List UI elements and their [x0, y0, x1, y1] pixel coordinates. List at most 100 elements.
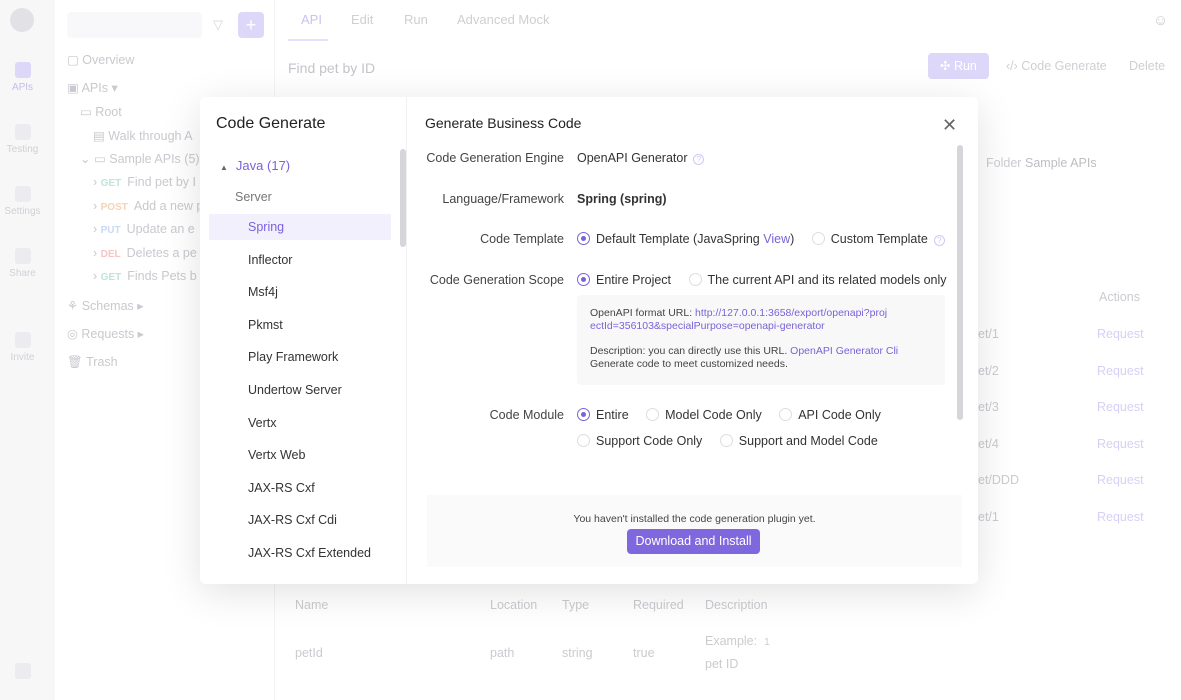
generator-item[interactable]: JAX-RS Cxf Cdi	[209, 507, 391, 533]
request-link[interactable]: Request	[1097, 437, 1144, 451]
generator-item[interactable]: Inflector	[209, 247, 391, 273]
row-path: et/1	[978, 327, 999, 341]
list-scrollbar[interactable]	[400, 149, 406, 247]
col-header: Description	[705, 598, 768, 612]
generator-item[interactable]: Vertx Web	[209, 442, 391, 468]
rail-share[interactable]: Share	[0, 248, 45, 279]
engine-value: OpenAPI Generator?	[577, 151, 705, 165]
module-options-2: Support Code Only Support and Model Code	[577, 434, 878, 448]
help-icon[interactable]: ☺	[1153, 12, 1168, 29]
page-title: Find pet by ID	[288, 60, 376, 76]
request-link[interactable]: Request	[1097, 327, 1144, 341]
param-example: Example: 1	[705, 634, 770, 648]
rail-label: Invite	[10, 352, 35, 363]
row-path: et/1	[978, 510, 999, 524]
tree-root[interactable]: ▭ Root	[80, 104, 122, 119]
param-description: pet ID	[705, 657, 739, 671]
generator-cli-link[interactable]: OpenAPI Generator Cli	[790, 345, 898, 357]
request-link[interactable]: Request	[1097, 473, 1144, 487]
radio-module[interactable]: Support and Model Code	[719, 434, 878, 448]
lang-label: Language/Framework	[442, 192, 564, 206]
generator-item[interactable]: Spring	[209, 214, 391, 240]
tree-endpoint[interactable]: › GET Find pet by I	[93, 175, 196, 189]
testing-icon	[14, 124, 31, 140]
radio-module[interactable]: API Code Only	[779, 408, 881, 422]
tree-schemas[interactable]: ⚘ Schemas ▸	[67, 298, 144, 313]
code-generate-button[interactable]: ‹/› Code Generate	[994, 53, 1119, 79]
help-icon: ?	[693, 154, 705, 165]
generator-item[interactable]: Play Framework	[209, 344, 391, 370]
param-type: string	[562, 646, 593, 660]
param-required: true	[633, 646, 655, 660]
request-link[interactable]: Request	[1097, 364, 1144, 378]
rail-invite[interactable]: Invite	[0, 332, 45, 363]
generator-item[interactable]: Vertx	[209, 410, 391, 436]
tree-endpoint[interactable]: › GET Finds Pets b	[93, 269, 197, 283]
rail-label: APIs	[11, 82, 34, 93]
radio-entire-project[interactable]: Entire Project	[577, 273, 671, 287]
close-icon[interactable]: ✕	[942, 115, 957, 136]
radio-custom-template[interactable]: Custom Template?	[811, 232, 945, 246]
radio-module[interactable]: Support Code Only	[577, 434, 702, 448]
rail-settings[interactable]: Settings	[0, 186, 45, 217]
tree-sample[interactable]: ⌄ ▭ Sample APIs (5)	[80, 151, 200, 166]
add-button[interactable]: +	[238, 12, 264, 38]
tree-apis[interactable]: ▣ APIs ▾	[67, 80, 118, 95]
lang-value: Spring (spring)	[577, 192, 667, 206]
avatar[interactable]	[10, 8, 34, 32]
generator-item[interactable]: Pkmst	[209, 312, 391, 338]
folder-label: Folder	[986, 156, 1022, 170]
subgroup-server: Server	[235, 190, 272, 204]
tab-advanced-mock[interactable]: Advanced Mock	[457, 12, 550, 27]
view-link[interactable]: View	[763, 232, 790, 246]
tab-run[interactable]: Run	[404, 12, 428, 27]
generator-item[interactable]: JAX-RS Cxf	[209, 475, 391, 501]
row-path: et/3	[978, 400, 999, 415]
section-title: Generate Business Code	[425, 115, 582, 131]
param-name: petId	[295, 646, 323, 660]
generator-item[interactable]: JAX-RS Cxf Extended	[209, 540, 391, 566]
col-header: Name	[295, 598, 329, 612]
filter-icon[interactable]: ▽	[213, 17, 223, 33]
request-link[interactable]: Request	[1097, 510, 1144, 524]
run-button[interactable]: ✣ Run	[928, 53, 989, 79]
plugin-message: You haven't installed the code generatio…	[573, 513, 816, 525]
radio-module[interactable]: Entire	[577, 408, 629, 422]
share-icon	[14, 248, 31, 264]
generator-item[interactable]: Msf4j	[209, 279, 391, 305]
row-path: et/2	[978, 363, 999, 378]
tree-endpoint[interactable]: › PUT Update an e	[93, 222, 195, 236]
openapi-info: OpenAPI format URL: http://127.0.0.1:365…	[577, 295, 945, 385]
radio-module[interactable]: Model Code Only	[646, 408, 762, 422]
radio-default-template[interactable]: Default Template (JavaSpring View)	[577, 232, 794, 246]
tree-trash[interactable]: 🗑 Trash	[67, 355, 118, 370]
invite-icon	[14, 332, 31, 348]
code-generate-modal: Code Generate ▲ Java (17) Server Spring In…	[200, 97, 978, 584]
rail-label: Testing	[6, 144, 39, 155]
request-link[interactable]: Request	[1097, 400, 1144, 414]
rail-testing[interactable]: Testing	[0, 124, 45, 155]
search-input[interactable]	[67, 12, 202, 38]
rail-apis[interactable]: APIs	[0, 62, 45, 93]
download-install-button[interactable]: Download and Install	[627, 529, 760, 554]
generator-settings: Generate Business Code ✕ Code Generation…	[407, 97, 978, 584]
tab-edit[interactable]: Edit	[351, 12, 373, 27]
radio-current-api[interactable]: The current API and its related models o…	[688, 273, 947, 287]
tree-overview[interactable]: ▢ Overview	[67, 52, 134, 67]
generator-list: Code Generate ▲ Java (17) Server Spring In…	[200, 97, 407, 584]
generator-item[interactable]: Undertow Server	[209, 377, 391, 403]
left-rail: APIs Testing Settings Share Invite	[0, 0, 55, 700]
template-options: Default Template (JavaSpring View) Custo…	[577, 232, 945, 246]
group-java[interactable]: ▲ Java (17)	[220, 158, 290, 173]
bell-icon[interactable]	[0, 663, 45, 683]
tree-endpoint[interactable]: › DEL Deletes a pe	[93, 246, 197, 260]
settings-scrollbar[interactable]	[957, 145, 963, 420]
col-header: Type	[562, 598, 590, 612]
delete-button[interactable]: Delete	[1117, 53, 1177, 79]
tree-requests[interactable]: ◎ Requests ▸	[67, 326, 144, 341]
help-icon: ?	[933, 235, 945, 246]
tab-api[interactable]: API	[301, 12, 322, 27]
tree-walk[interactable]: ▤ Walk through A	[93, 128, 193, 143]
rail-label: Settings	[4, 206, 41, 217]
tree-endpoint[interactable]: › POST Add a new p	[93, 199, 203, 213]
